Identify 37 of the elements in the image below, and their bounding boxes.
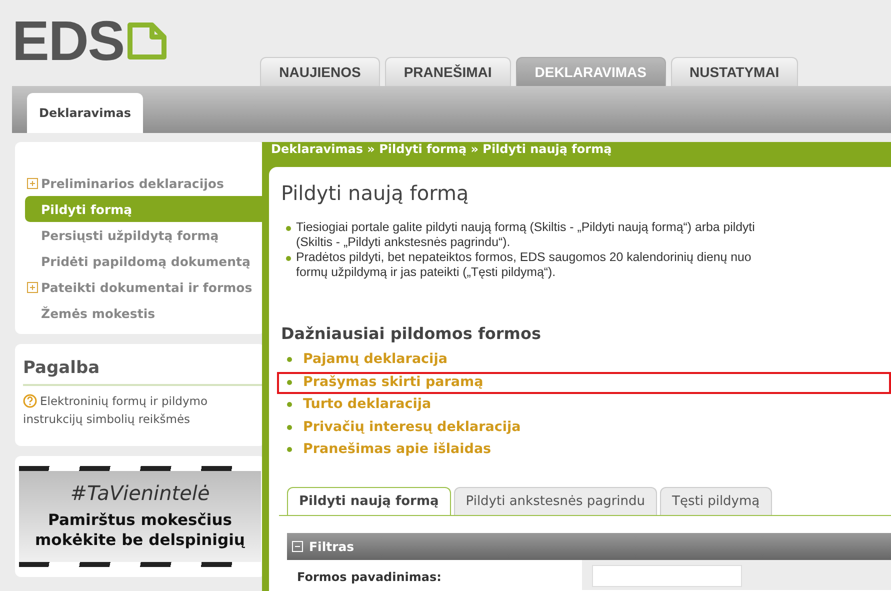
info-text: Pradėtos pildyti, bet nepateiktos formos, EDS saugomos 20 kalendorinių dienų nuo formų užpildymą ir jas pateikti („Tęsti pildymą“).	[279, 250, 891, 280]
sidebar-item[interactable]: Pateikti dokumentai ir formos	[25, 274, 265, 300]
form-link[interactable]: Privačių interesų deklaracija	[303, 418, 521, 434]
filter-title: Filtras	[309, 538, 354, 554]
expand-icon[interactable]	[27, 178, 38, 188]
sidebar-item[interactable]: Preliminarios deklaracijos	[25, 170, 265, 196]
nav-tab[interactable]: NUSTATYMAI	[670, 57, 798, 86]
field-label: Formos pavadinimas:	[296, 568, 442, 586]
sidebar-item[interactable]: Persiųsti užpildytą formą	[25, 222, 265, 248]
form-link[interactable]: Turto deklaracija	[303, 396, 432, 412]
page-title: Pildyti naują formą	[280, 180, 470, 205]
help-icon	[23, 394, 37, 408]
subnav-tab[interactable]: Deklaravimas	[27, 93, 143, 133]
form-tab[interactable]: Pildyti naują formą	[287, 486, 451, 514]
form-name-field[interactable]	[592, 564, 742, 586]
nav-tab[interactable]: PRANEŠIMAI	[384, 57, 511, 86]
nav-tab[interactable]: NAUJIENOS	[260, 57, 380, 86]
banner-text: Pamirštus mokesčius mokėkite be delspinigių	[34, 510, 246, 551]
help-link[interactable]: Elektroninių formų ir pildymo instrukcijų simbolių reikšmės	[23, 392, 265, 428]
form-link[interactable]: Pranešimas apie išlaidas	[303, 441, 492, 457]
expand-icon[interactable]	[27, 282, 38, 292]
filter-header[interactable]: Filtras	[287, 532, 891, 560]
breadcrumb: Deklaravimas » Pildyti formą » Pildyti naują formą	[270, 142, 613, 158]
collapse-icon[interactable]	[292, 540, 303, 552]
form-tab[interactable]: Pildyti ankstesnės pagrindu	[454, 486, 658, 514]
sidebar-item[interactable]: Pildyti formą	[25, 196, 265, 222]
section-heading: Dažniausiai pildomos formos	[281, 324, 542, 343]
logo-text: EDS	[12, 17, 124, 65]
info-text: Tiesiogiai portale galite pildyti naują formą (Skiltis - „Pildyti naują formą“) arba pildyti (Skiltis - „Pildyti ankstesnės pagrindu“).	[279, 220, 891, 250]
sidebar-item[interactable]: Žemės mokestis	[25, 300, 265, 326]
sidebar-item[interactable]: Pridėti papildomą dokumentą	[25, 248, 265, 274]
banner-hashtag: #TaVienintelė	[69, 480, 211, 505]
nav-tab[interactable]: DEKLARAVIMAS	[516, 57, 666, 86]
form-link[interactable]: Pajamų deklaracija	[303, 351, 448, 367]
promo-banner[interactable]: #TaVienintelė Pamirštus mokesčius mokėkite be delspinigių	[19, 466, 261, 567]
form-tab[interactable]: Tęsti pildymą	[660, 486, 772, 514]
document-icon	[126, 21, 168, 61]
